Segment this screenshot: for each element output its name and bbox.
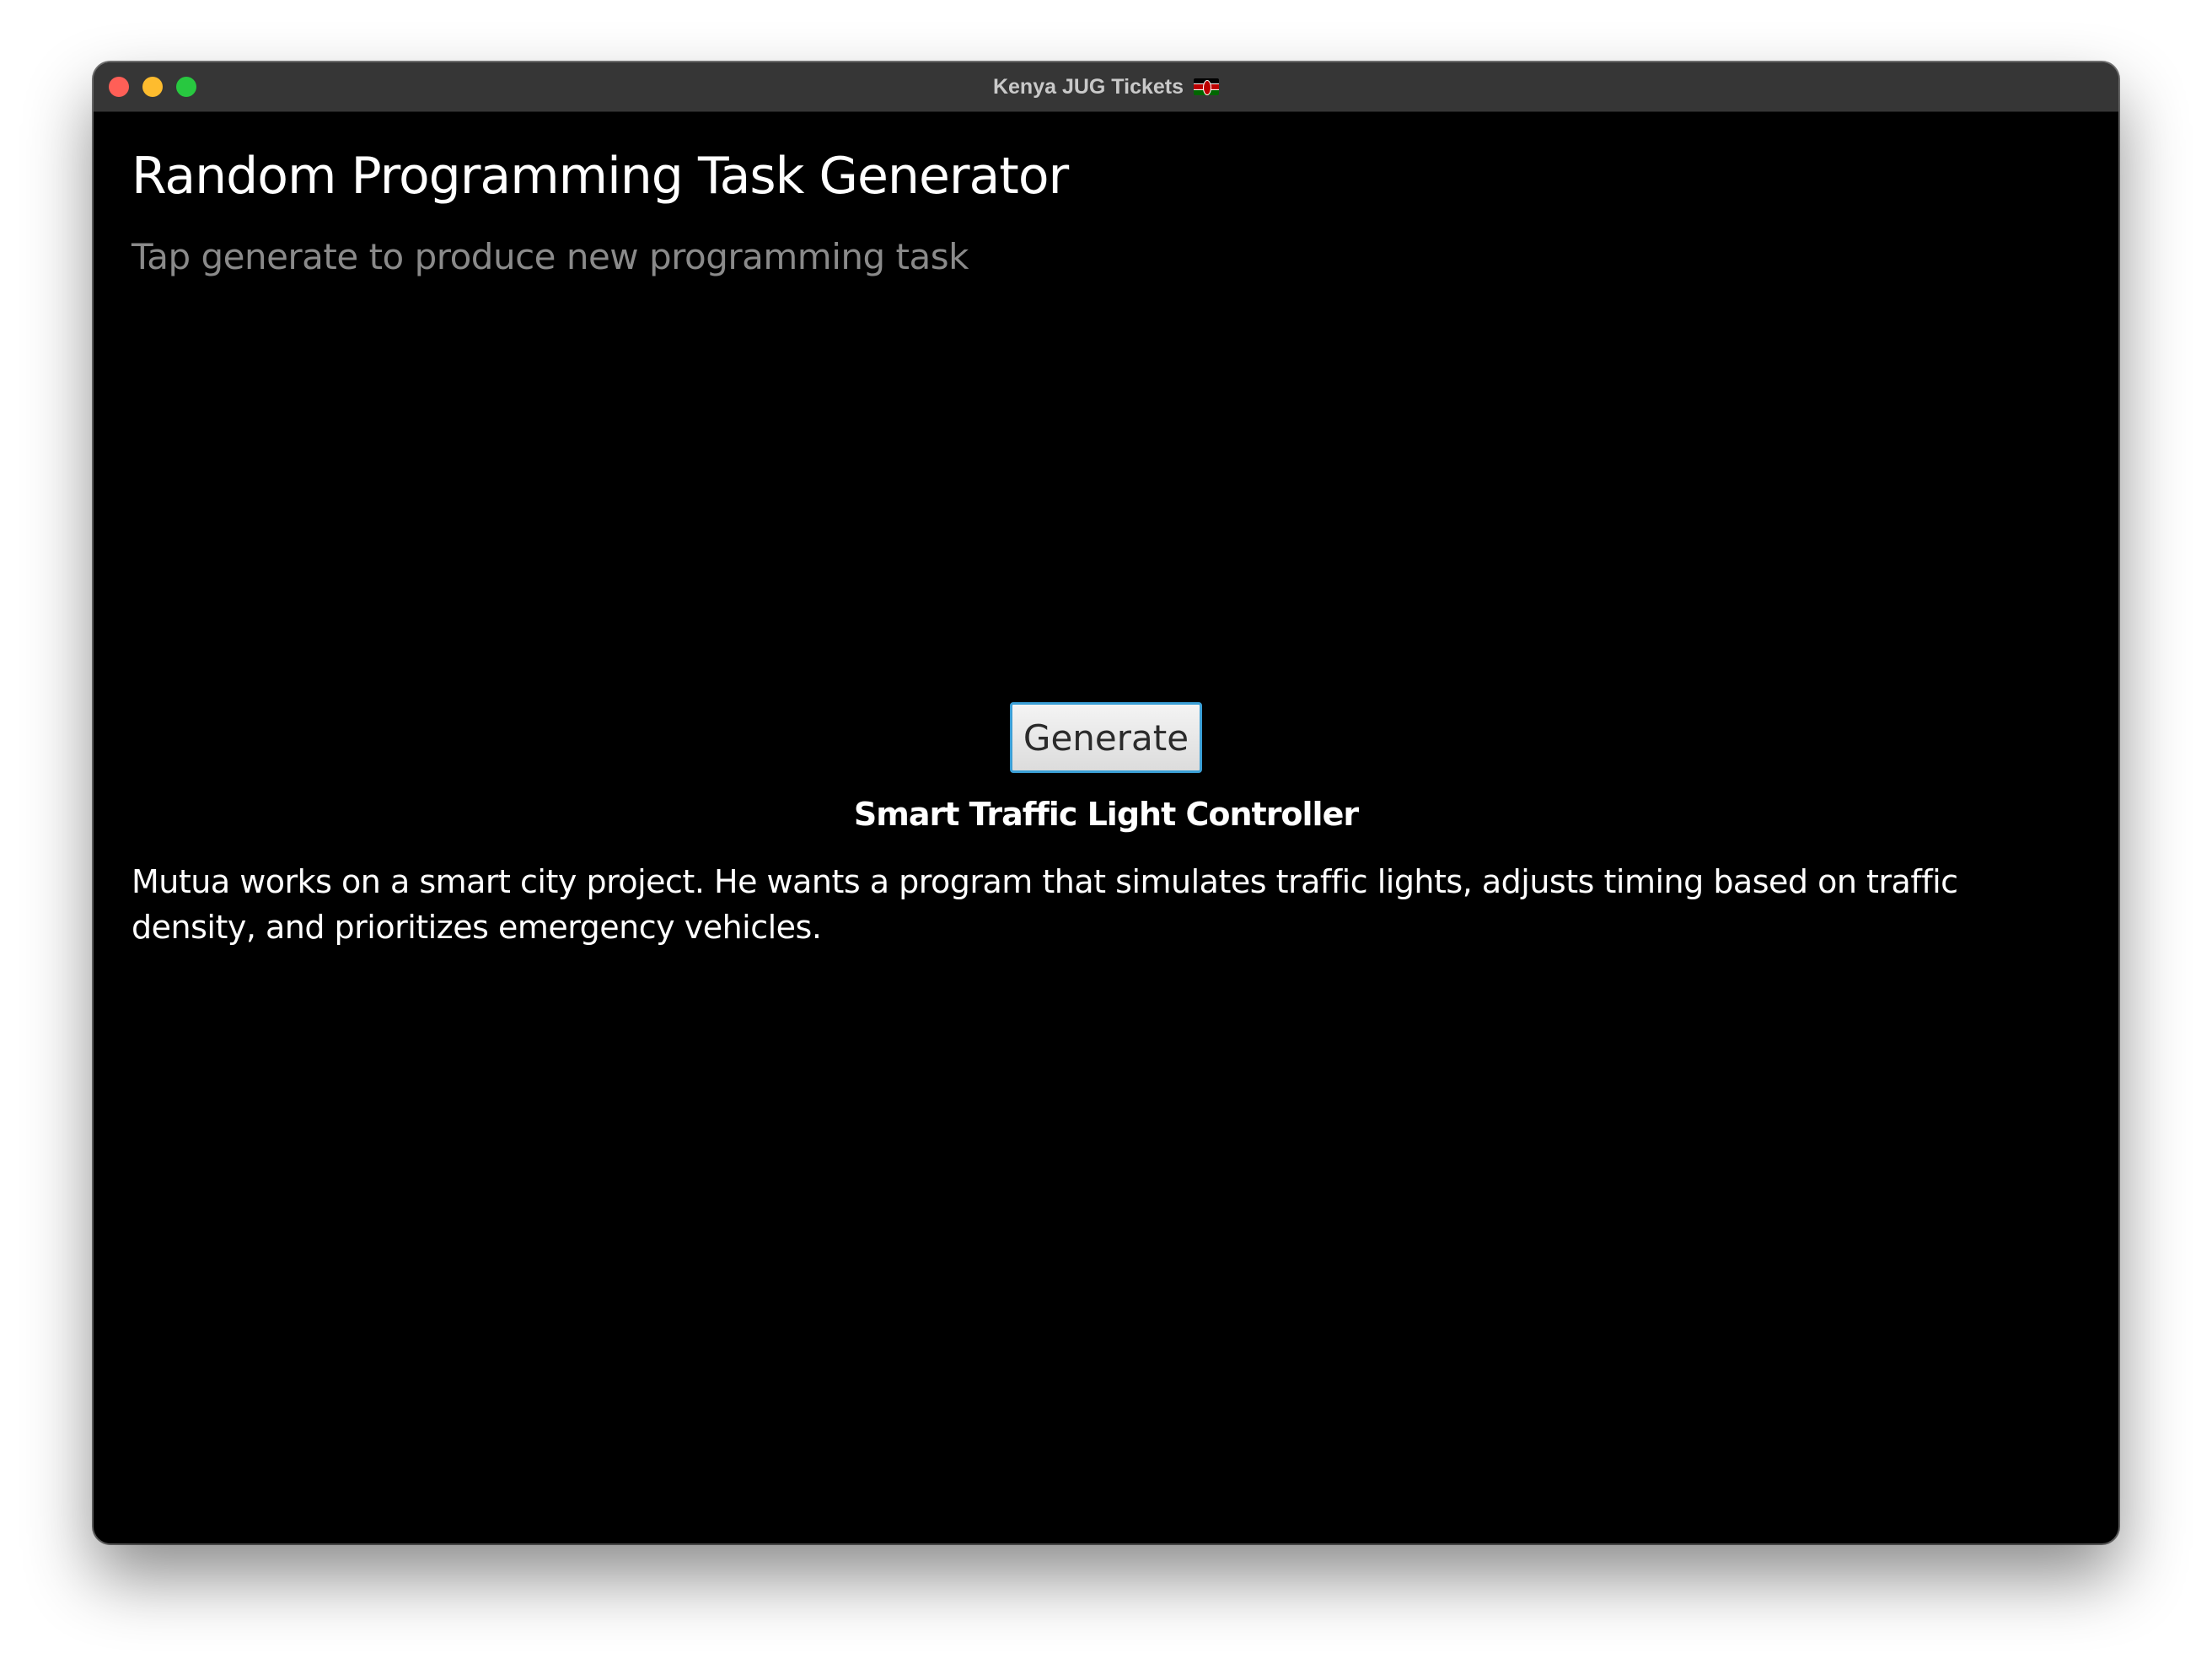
kenya-flag-icon <box>1194 78 1220 95</box>
window-title-group: Kenya JUG Tickets <box>94 62 2118 111</box>
window-titlebar[interactable]: Kenya JUG Tickets <box>94 62 2118 112</box>
page-subtitle: Tap generate to produce new programming … <box>132 236 969 277</box>
generate-button[interactable]: Generate <box>1010 702 1202 773</box>
main-content: Random Programming Task Generator Tap ge… <box>94 111 2118 1543</box>
page-title: Random Programming Task Generator <box>132 147 1069 206</box>
task-title: Smart Traffic Light Controller <box>853 796 1359 833</box>
app-window: Kenya JUG Tickets Random Programming Tas… <box>94 62 2118 1543</box>
task-description: Mutua works on a smart city project. He … <box>132 863 1958 946</box>
window-title: Kenya JUG Tickets <box>992 74 1184 99</box>
